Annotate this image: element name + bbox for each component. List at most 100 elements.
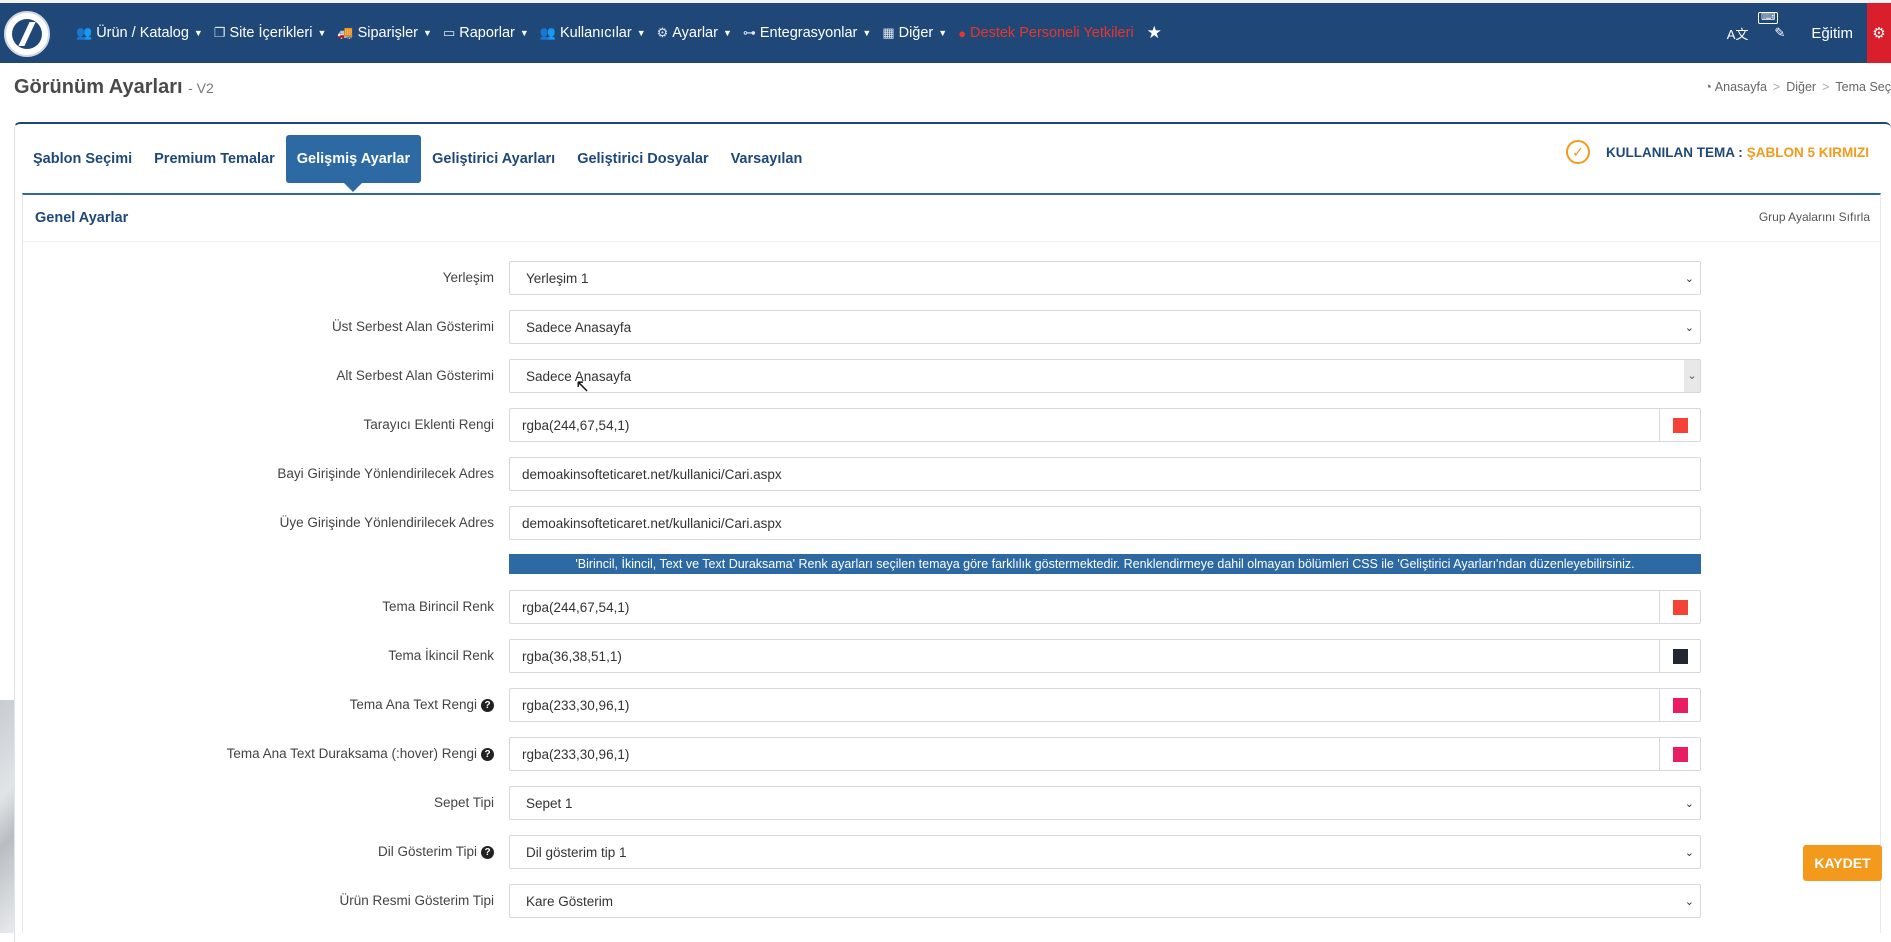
- star-icon[interactable]: ★: [1147, 23, 1162, 43]
- input-tema-text[interactable]: rgba(233,30,96,1): [509, 688, 1701, 722]
- settings-gear-icon[interactable]: ⚙: [1867, 3, 1891, 63]
- input-uye-adres[interactable]: demoakinsofteticaret.net/kullanici/Cari.…: [509, 506, 1701, 540]
- label-tema-birincil: Tema Birincil Renk: [382, 599, 494, 614]
- folder-icon: ▭: [442, 25, 456, 40]
- users-icon: 👥: [539, 25, 556, 40]
- help-icon[interactable]: ?: [481, 747, 494, 761]
- tab-gelistirici-ayarlari[interactable]: Geliştirici Ayarları: [421, 135, 566, 183]
- breadcrumb-separator: >: [1772, 80, 1781, 94]
- egitim-link[interactable]: Eğitim: [1811, 25, 1853, 42]
- caret-down-icon: ▼: [519, 28, 529, 38]
- select-value: Kare Gösterim: [526, 894, 614, 909]
- page-title: Görünüm Ayarları - V2: [14, 76, 214, 99]
- nav-site-icerikleri[interactable]: ❐ Site İçerikleri ▼: [214, 25, 327, 41]
- chevron-down-icon: ⌄: [1684, 798, 1694, 810]
- label-urun-resmi: Ürün Resmi Gösterim Tipi: [339, 893, 494, 908]
- label-text: Dil Gösterim Tipi: [377, 844, 477, 859]
- select-alt-serbest[interactable]: Sadece Anasayfa ⌄: [509, 359, 1701, 393]
- external-edit-icon[interactable]: ✎: [1774, 25, 1785, 41]
- input-value: demoakinsofteticaret.net/kullanici/Cari.…: [522, 516, 782, 531]
- nav-ayarlar[interactable]: ⚙ Ayarlar ▼: [657, 25, 732, 41]
- input-value: rgba(36,38,51,1): [522, 649, 622, 664]
- breadcrumb-home[interactable]: Anasayfa: [1715, 80, 1767, 94]
- select-yerlesim[interactable]: Yerleşim 1 ⌄: [509, 261, 1701, 295]
- dashboard-icon: ◔: [1704, 80, 1712, 94]
- label-ust-serbest: Üst Serbest Alan Gösterimi: [331, 319, 494, 334]
- color-picker-button[interactable]: [1659, 640, 1700, 672]
- panel-divider: [23, 241, 1880, 242]
- chevron-down-icon: ⌄: [1684, 322, 1694, 334]
- input-value: rgba(233,30,96,1): [522, 747, 630, 762]
- nav-siparisler[interactable]: 🚚 Siparişler ▼: [337, 25, 432, 41]
- row-tema-text: Tema Ana Text Rengi? rgba(233,30,96,1): [0, 688, 1891, 722]
- help-icon[interactable]: ?: [481, 845, 494, 859]
- nav-label: Destek Personeli Yetkileri: [970, 25, 1134, 41]
- input-tema-ikincil[interactable]: rgba(36,38,51,1): [509, 639, 1701, 673]
- label-text: Tema Ana Text Duraksama (:hover) Rengi: [226, 746, 477, 761]
- input-value: rgba(244,67,54,1): [522, 418, 630, 433]
- nav-diger[interactable]: ▦ Diğer ▼: [882, 25, 947, 41]
- main-nav: 👥 Ürün / Katalog ▼ ❐ Site İçerikleri ▼ 🚚 Sipa…: [76, 3, 1162, 63]
- nav-label: Diğer: [898, 25, 934, 41]
- active-theme-status: ✓ KULLANILAN TEMA : ŞABLON 5 KIRMIZI: [1566, 140, 1869, 164]
- row-alt-serbest: Alt Serbest Alan Gösterimi Sadece Anasay…: [0, 359, 1891, 393]
- sitemap-icon: ⊶: [742, 25, 756, 40]
- save-button[interactable]: KAYDET: [1803, 845, 1882, 881]
- nav-entegrasyonlar[interactable]: ⊶ Entegrasyonlar ▼: [743, 25, 871, 41]
- row-yerlesim: Yerleşim Yerleşim 1 ⌄: [0, 261, 1891, 295]
- input-tarayici-renk[interactable]: rgba(244,67,54,1): [509, 408, 1701, 442]
- input-bayi-adres[interactable]: demoakinsofteticaret.net/kullanici/Cari.…: [509, 457, 1701, 491]
- cogs-icon: ⚙: [656, 25, 669, 40]
- label-sepet-tipi: Sepet Tipi: [433, 795, 494, 810]
- row-tarayici-renk: Tarayıcı Eklenti Rengi rgba(244,67,54,1): [0, 408, 1891, 442]
- color-swatch: [1673, 698, 1688, 713]
- nav-label: Siparişler: [357, 25, 419, 41]
- nav-kullanicilar[interactable]: 👥 Kullanıcılar ▼: [540, 25, 646, 41]
- tab-gelistirici-dosyalar[interactable]: Geliştirici Dosyalar: [566, 135, 719, 183]
- nav-urun-katalog[interactable]: 👥 Ürün / Katalog ▼: [76, 25, 203, 41]
- language-icon[interactable]: A文: [1727, 24, 1749, 43]
- select-sepet-tipi[interactable]: Sepet 1 ⌄: [509, 786, 1701, 820]
- label-tema-text-hover: Tema Ana Text Duraksama (:hover) Rengi?: [227, 737, 494, 771]
- nav-label: Ayarlar: [672, 25, 718, 41]
- caret-down-icon: ▼: [938, 28, 948, 38]
- chevron-down-icon: ⌄: [1684, 847, 1694, 859]
- mouse-cursor-icon: ↖: [575, 376, 591, 396]
- input-tema-text-hover[interactable]: rgba(233,30,96,1): [509, 737, 1701, 771]
- caret-down-icon: ▼: [862, 28, 872, 38]
- select-ust-serbest[interactable]: Sadece Anasayfa ⌄: [509, 310, 1701, 344]
- help-icon[interactable]: ?: [481, 698, 494, 712]
- akinsoft-logo[interactable]: [4, 11, 50, 57]
- label-tarayici-renk: Tarayıcı Eklenti Rengi: [363, 417, 494, 432]
- tab-varsayilan[interactable]: Varsayılan: [720, 135, 814, 183]
- reset-group-link[interactable]: Grup Ayalarını Sıfırla: [1759, 210, 1870, 224]
- page-version: - V2: [188, 80, 214, 96]
- color-picker-button[interactable]: [1659, 689, 1700, 721]
- breadcrumb-separator: >: [1822, 80, 1830, 94]
- select-urun-resmi[interactable]: Kare Gösterim ⌄: [509, 884, 1701, 918]
- tab-gelismis-ayarlar[interactable]: Gelişmiş Ayarlar: [285, 135, 422, 192]
- nav-raporlar[interactable]: ▭ Raporlar ▼: [443, 25, 529, 41]
- color-picker-button[interactable]: [1659, 591, 1700, 623]
- color-picker-button[interactable]: [1659, 738, 1700, 770]
- row-tema-text-hover: Tema Ana Text Duraksama (:hover) Rengi? …: [0, 737, 1891, 771]
- color-picker-button[interactable]: [1659, 409, 1700, 441]
- check-circle-icon: ✓: [1566, 140, 1590, 164]
- page-title-text: Görünüm Ayarları: [14, 76, 183, 98]
- input-tema-birincil[interactable]: rgba(244,67,54,1): [509, 590, 1701, 624]
- select-dil-gosterim[interactable]: Dil gösterim tip 1 ⌄: [509, 835, 1701, 869]
- theme-label: KULLANILAN TEMA :: [1606, 144, 1743, 160]
- nav-destek-personeli[interactable]: ● Destek Personeli Yetkileri: [958, 25, 1133, 41]
- panel-title: Genel Ayarlar: [35, 210, 129, 226]
- row-ust-serbest: Üst Serbest Alan Gösterimi Sadece Anasay…: [0, 310, 1891, 344]
- breadcrumb-diger[interactable]: Diğer: [1786, 80, 1816, 94]
- tab-sablon-secimi[interactable]: Şablon Seçimi: [22, 135, 143, 183]
- color-swatch: [1673, 747, 1688, 762]
- tab-premium-temalar[interactable]: Premium Temalar: [143, 135, 286, 183]
- nav-label: Site İçerikleri: [229, 25, 313, 41]
- input-value: rgba(233,30,96,1): [522, 698, 630, 713]
- label-tema-text: Tema Ana Text Rengi?: [350, 688, 494, 722]
- caret-down-icon: ▼: [193, 28, 203, 38]
- label-bayi-adres: Bayi Girişinde Yönlendirilecek Adres: [277, 466, 494, 481]
- color-swatch: [1673, 649, 1688, 664]
